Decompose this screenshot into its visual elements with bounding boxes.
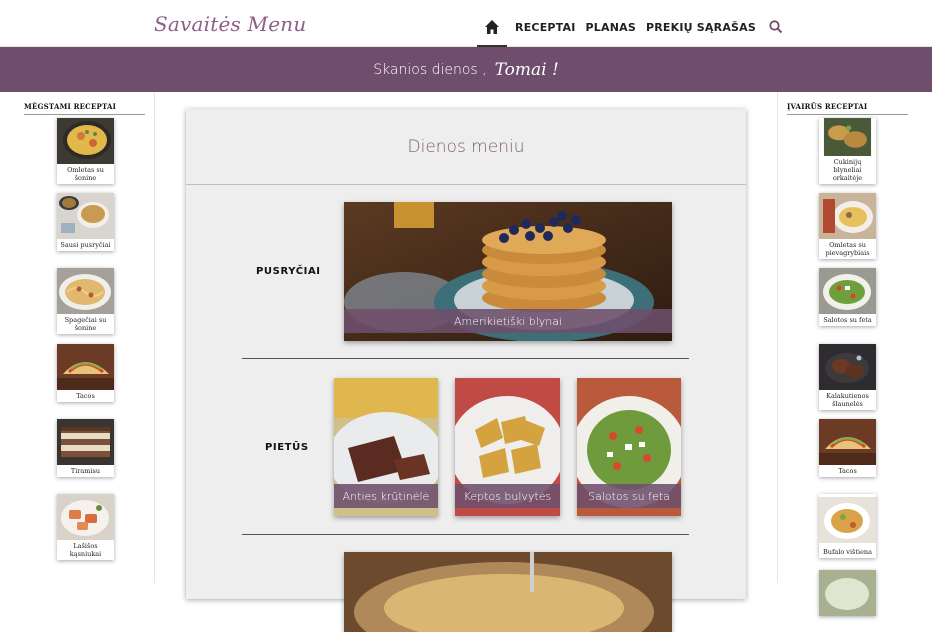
favorite-recipe-title: Sausi pusryčiai — [60, 241, 111, 249]
various-recipe-title: Omletas su pievagrybiais — [825, 241, 870, 257]
site-logo[interactable]: Savaitės Menu — [154, 12, 306, 36]
various-recipe-title: Tacos — [838, 467, 857, 475]
breakfast-dish-card[interactable]: Amerikietiški blynai — [344, 202, 672, 341]
breakfast-dish-name: Amerikietiški blynai — [344, 309, 672, 333]
favorite-recipe-card[interactable]: Lašišos kąsniukai — [57, 494, 114, 560]
breakfast-label: PUSRYČIAI — [256, 266, 321, 277]
search-icon[interactable] — [768, 19, 784, 35]
greeting-banner: Skanios dienos , Tomai ! — [0, 47, 932, 92]
tacos-image — [819, 419, 876, 465]
lunch-dish-name: Anties krūtinėlė — [334, 484, 438, 508]
nav-recipes[interactable]: RECEPTAI — [515, 21, 576, 34]
various-recipe-card[interactable]: Salotos su feta — [819, 268, 876, 326]
tacos-image — [57, 344, 114, 390]
daily-menu-title: Dienos meniu — [186, 109, 746, 185]
favorite-recipe-title: Tacos — [76, 392, 95, 400]
nav-plan[interactable]: PLANAS — [586, 21, 636, 34]
favorite-recipe-card[interactable]: Omletas su šonine — [57, 118, 114, 184]
greeting-text: Skanios dienos , — [373, 61, 487, 78]
section-divider — [242, 534, 689, 535]
various-recipes-sidebar: ĮVAIRŪS RECEPTAI Cukinijų blyneliai orka… — [777, 92, 932, 616]
various-recipe-card[interactable]: Kalakutienos šlaunelės — [819, 344, 876, 410]
nav-shopping-list[interactable]: PREKIŲ SĄRAŠAS — [646, 21, 756, 34]
top-navbar: Savaitės Menu RECEPTAI PLANAS PREKIŲ SĄR… — [0, 0, 932, 47]
various-recipe-title: Salotos su feta — [823, 316, 872, 324]
various-recipe-card[interactable]: Tacos — [819, 419, 876, 477]
favorites-sidebar: MĖGSTAMI RECEPTAI Omletas su šonine Saus… — [0, 92, 155, 583]
main-nav: RECEPTAI PLANAS PREKIŲ SĄRAŠAS — [477, 16, 784, 47]
section-divider — [242, 358, 689, 359]
mushroom-omelette-image — [819, 193, 876, 239]
various-recipe-card[interactable] — [819, 570, 876, 616]
salmon-bites-image — [57, 494, 114, 540]
lunch-dish-card[interactable]: Anties krūtinėlė — [334, 378, 438, 516]
favorite-recipe-title: Spagečiai su šonine — [64, 316, 107, 332]
cereal-image — [57, 193, 114, 239]
favorite-recipe-card[interactable]: Tacos — [57, 344, 114, 402]
lunch-label: PIETŪS — [265, 442, 309, 453]
feta-salad-image — [819, 268, 876, 314]
turkey-thighs-image — [819, 344, 876, 390]
lunch-dish-name: Keptos bulvytės — [455, 484, 560, 508]
daily-menu-card: Dienos meniu PUSRYČIAI Amerikietiški bly… — [186, 109, 746, 632]
user-name: Tomai ! — [494, 59, 559, 80]
various-recipe-card[interactable]: Cukinijų blyneliai orkaitėje — [819, 118, 876, 184]
lunch-dish-card[interactable]: Keptos bulvytės — [455, 378, 560, 516]
favorite-recipe-card[interactable]: Spagečiai su šonine — [57, 268, 114, 334]
tiramisu-image — [57, 419, 114, 465]
various-recipe-card[interactable]: Bufalo vištiena — [819, 494, 876, 558]
favorites-title: MĖGSTAMI RECEPTAI — [24, 102, 145, 115]
recipe-image — [819, 570, 876, 616]
dinner-dish-image — [344, 552, 672, 632]
favorite-recipe-title: Tiramisu — [70, 467, 101, 475]
lunch-dish-name: Salotos su feta — [577, 484, 681, 508]
various-recipe-title: Cukinijų blyneliai orkaitėje — [832, 158, 863, 182]
favorite-recipe-title: Lašišos kąsniukai — [69, 542, 102, 558]
various-recipe-title: Bufalo vištiena — [823, 548, 872, 556]
omelette-bacon-image — [57, 118, 114, 164]
lunch-dish-card[interactable]: Salotos su feta — [577, 378, 681, 516]
various-recipe-title: Kalakutienos šlaunelės — [826, 392, 869, 408]
favorite-recipe-card[interactable]: Tiramisu — [57, 419, 114, 477]
buffalo-chicken-image — [819, 497, 876, 543]
home-icon[interactable] — [477, 16, 508, 47]
various-recipes-title: ĮVAIRŪS RECEPTAI — [787, 102, 908, 115]
dinner-dish-card[interactable] — [344, 552, 672, 632]
zucchini-fritters-image — [823, 118, 872, 156]
favorite-recipe-card[interactable]: Sausi pusryčiai — [57, 193, 114, 251]
various-recipe-card[interactable]: Omletas su pievagrybiais — [819, 193, 876, 259]
favorite-recipe-title: Omletas su šonine — [67, 166, 104, 182]
spaghetti-image — [57, 268, 114, 314]
